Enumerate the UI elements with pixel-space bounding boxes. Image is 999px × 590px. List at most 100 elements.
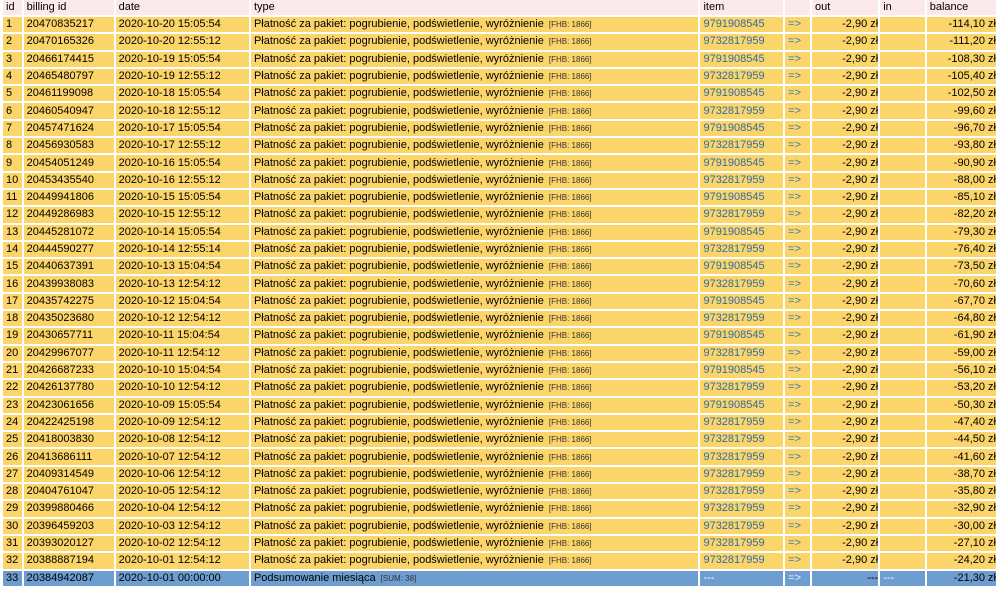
cell-arrow-link[interactable]: => — [785, 466, 813, 485]
cell-arrow-link[interactable]: => — [785, 553, 813, 571]
table-row[interactable]: 16 20439938083 2020-10-13 12:54:12 Płatność… — [3, 276, 996, 294]
cell-item-link[interactable]: 9732817959 — [700, 380, 786, 398]
cell-item-link[interactable]: 9791908545 — [700, 189, 786, 208]
table-row[interactable]: 3 20466174415 2020-10-19 15:05:54 Płatność … — [3, 51, 996, 69]
table-row[interactable]: 24 20422425198 2020-10-09 12:54:12 Płatność… — [3, 414, 996, 433]
table-row[interactable]: 13 20445281072 2020-10-14 15:05:54 Płatność… — [3, 224, 996, 242]
cell-item-link[interactable]: 9732817959 — [700, 414, 786, 433]
cell-arrow-link[interactable]: => — [785, 328, 813, 346]
cell-arrow-link[interactable]: => — [785, 172, 813, 190]
header-out[interactable]: out — [812, 0, 881, 17]
cell-arrow-link[interactable]: => — [785, 293, 813, 312]
cell-arrow-link[interactable]: => — [785, 51, 813, 69]
table-row[interactable]: 17 20435742275 2020-10-12 15:04:54 Płatność… — [3, 293, 996, 312]
cell-item-link[interactable]: 9791908545 — [700, 51, 786, 69]
cell-arrow-link[interactable]: => — [785, 276, 813, 294]
cell-item-link[interactable]: 9732817959 — [700, 501, 786, 519]
cell-item-link[interactable]: 9732817959 — [700, 241, 786, 260]
cell-item-link[interactable]: 9791908545 — [700, 293, 786, 312]
cell-arrow-link[interactable]: => — [785, 120, 813, 139]
header-billing-id[interactable]: billing id — [23, 0, 116, 17]
table-row[interactable]: 18 20435023680 2020-10-12 12:54:12 Płatność… — [3, 311, 996, 329]
table-row[interactable]: 21 20426687233 2020-10-10 15:04:54 Płatność… — [3, 362, 996, 381]
cell-item-link[interactable]: 9732817959 — [700, 466, 786, 485]
cell-item-link[interactable]: 9732817959 — [700, 138, 786, 156]
header-item[interactable]: item — [700, 0, 786, 17]
cell-item-link[interactable]: 9732817959 — [700, 345, 786, 363]
cell-arrow-link[interactable]: => — [785, 103, 813, 121]
cell-arrow-link[interactable]: => — [785, 518, 813, 536]
cell-item-link[interactable]: 9791908545 — [700, 328, 786, 346]
table-row[interactable]: 11 20449941806 2020-10-15 15:05:54 Płatność… — [3, 189, 996, 208]
cell-item-link[interactable]: 9791908545 — [700, 17, 786, 35]
table-row[interactable]: 2 20470165326 2020-10-20 12:55:12 Płatność … — [3, 34, 996, 52]
cell-item-link[interactable]: 9791908545 — [700, 362, 786, 381]
table-row[interactable]: 1 20470835217 2020-10-20 15:05:54 Płatność … — [3, 17, 996, 35]
table-row[interactable]: 15 20440637391 2020-10-13 15:04:54 Płatność… — [3, 259, 996, 277]
cell-arrow-link[interactable]: => — [785, 414, 813, 433]
cell-arrow-link[interactable]: => — [785, 259, 813, 277]
cell-item-link[interactable]: 9791908545 — [700, 259, 786, 277]
cell-item-link[interactable]: 9732817959 — [700, 553, 786, 571]
table-row[interactable]: 7 20457471624 2020-10-17 15:05:54 Płatność … — [3, 120, 996, 139]
table-row[interactable]: 30 20396459203 2020-10-03 12:54:12 Płatność… — [3, 518, 996, 536]
table-row[interactable]: 27 20409314549 2020-10-06 12:54:12 Płatność… — [3, 466, 996, 485]
cell-item-link[interactable]: 9732817959 — [700, 432, 786, 450]
cell-arrow-link[interactable]: => — [785, 501, 813, 519]
cell-arrow-link[interactable]: => — [785, 189, 813, 208]
header-balance[interactable]: balance — [926, 0, 996, 17]
table-row[interactable]: 32 20388887194 2020-10-01 12:54:12 Płatność… — [3, 553, 996, 571]
cell-item-link[interactable]: 9732817959 — [700, 276, 786, 294]
cell-item-link[interactable]: 9732817959 — [700, 535, 786, 554]
cell-arrow-link[interactable]: => — [785, 432, 813, 450]
cell-arrow-link[interactable]: => — [785, 397, 813, 415]
cell-item-link[interactable]: 9791908545 — [700, 86, 786, 104]
header-id[interactable]: id — [3, 0, 24, 17]
table-row[interactable]: 28 20404761047 2020-10-05 12:54:12 Płatność… — [3, 484, 996, 502]
header-date[interactable]: date — [115, 0, 251, 17]
table-row[interactable]: 22 20426137780 2020-10-10 12:54:12 Płatność… — [3, 380, 996, 398]
table-row[interactable]: 10 20453435540 2020-10-16 12:55:12 Płatność… — [3, 172, 996, 190]
cell-item-link[interactable]: 9732817959 — [700, 311, 786, 329]
cell-arrow-link[interactable]: => — [785, 155, 813, 173]
table-row[interactable]: 29 20399880466 2020-10-04 12:54:12 Płatność… — [3, 501, 996, 519]
table-row[interactable]: 9 20454051249 2020-10-16 15:05:54 Płatność … — [3, 155, 996, 173]
cell-arrow-link[interactable]: => — [785, 362, 813, 381]
cell-arrow-link[interactable]: => — [785, 535, 813, 554]
summary-row[interactable]: 33 20384942087 2020-10-01 00:00:00 Podsumow… — [3, 570, 996, 588]
cell-arrow-link[interactable]: => — [785, 241, 813, 260]
cell-item-link[interactable]: 9732817959 — [700, 484, 786, 502]
cell-arrow-link[interactable]: => — [785, 138, 813, 156]
cell-item-link[interactable]: 9732817959 — [700, 449, 786, 467]
table-row[interactable]: 31 20393020127 2020-10-02 12:54:12 Płatność… — [3, 535, 996, 554]
table-row[interactable]: 5 20461199098 2020-10-18 15:05:54 Płatność … — [3, 86, 996, 104]
cell-item-link[interactable]: 9791908545 — [700, 224, 786, 242]
cell-arrow-link[interactable]: => — [785, 68, 813, 87]
cell-arrow-link[interactable]: => — [785, 380, 813, 398]
cell-item-link[interactable]: 9791908545 — [700, 155, 786, 173]
cell-item-link[interactable]: 9732817959 — [700, 172, 786, 190]
cell-item-link[interactable]: 9732817959 — [700, 207, 786, 225]
cell-item-link[interactable]: 9732817959 — [700, 518, 786, 536]
cell-item-link[interactable]: 9791908545 — [700, 397, 786, 415]
cell-item-link[interactable]: 9732817959 — [700, 103, 786, 121]
table-row[interactable]: 20 20429967077 2020-10-11 12:54:12 Płatność… — [3, 345, 996, 363]
table-row[interactable]: 19 20430657711 2020-10-11 15:04:54 Płatność… — [3, 328, 996, 346]
cell-arrow-link[interactable]: => — [785, 224, 813, 242]
cell-arrow-link[interactable]: => — [785, 345, 813, 363]
cell-arrow-link[interactable]: => — [785, 86, 813, 104]
cell-arrow-link[interactable]: => — [785, 311, 813, 329]
cell-item-link[interactable]: 9732817959 — [700, 34, 786, 52]
table-row[interactable]: 8 20456930583 2020-10-17 12:55:12 Płatność … — [3, 138, 996, 156]
cell-item-link[interactable]: 9732817959 — [700, 68, 786, 87]
table-row[interactable]: 26 20413686111 2020-10-07 12:54:12 Płatność… — [3, 449, 996, 467]
table-row[interactable]: 4 20465480797 2020-10-19 12:55:12 Płatność … — [3, 68, 996, 87]
cell-arrow-link[interactable]: => — [785, 484, 813, 502]
table-row[interactable]: 14 20444590277 2020-10-14 12:55:14 Płatność… — [3, 241, 996, 260]
table-row[interactable]: 25 20418003830 2020-10-08 12:54:12 Płatność… — [3, 432, 996, 450]
cell-arrow-link[interactable]: => — [785, 17, 813, 35]
table-row[interactable]: 12 20449286983 2020-10-15 12:55:12 Płatność… — [3, 207, 996, 225]
table-row[interactable]: 6 20460540947 2020-10-18 12:55:12 Płatność … — [3, 103, 996, 121]
table-row[interactable]: 23 20423061656 2020-10-09 15:05:54 Płatność… — [3, 397, 996, 415]
cell-arrow-link[interactable]: => — [785, 449, 813, 467]
